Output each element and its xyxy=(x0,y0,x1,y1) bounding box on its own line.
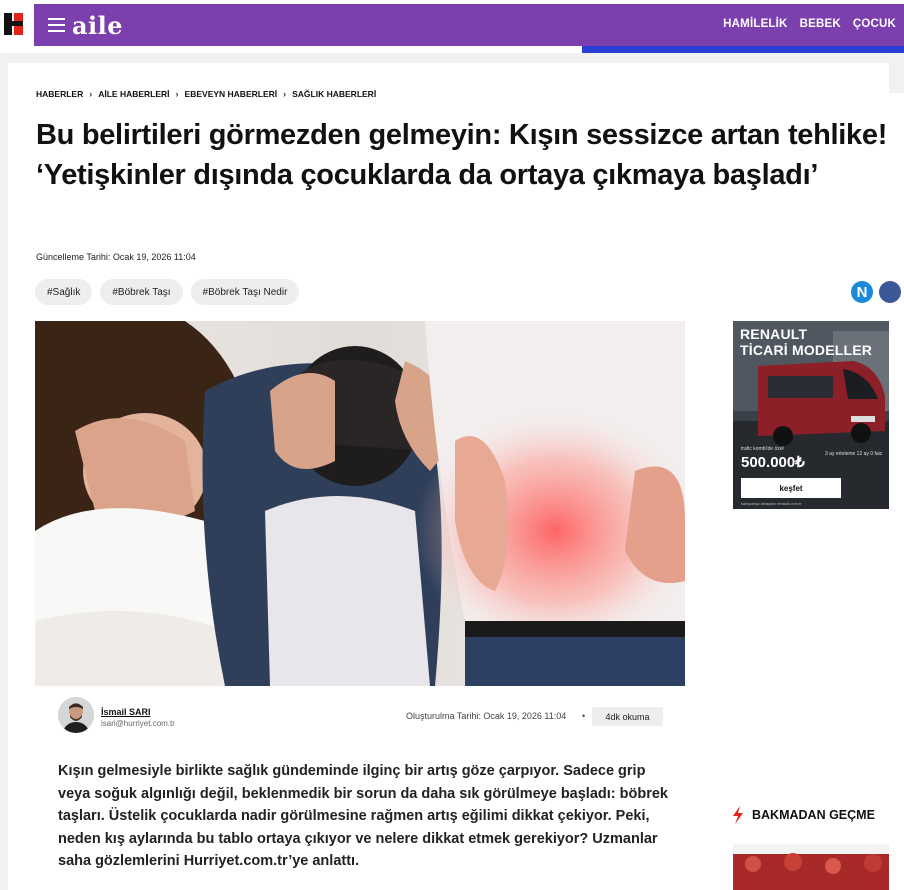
ad-small-text: trafic kombi'de özel xyxy=(741,446,784,452)
updated-date: Güncelleme Tarihi: Ocak 19, 2026 11:04 xyxy=(36,252,196,262)
article-lead: Kışın gelmesiyle birlikte sağlık gündemi… xyxy=(58,763,668,869)
chevron-right-icon: › xyxy=(175,89,179,99)
tag-bobrek-tasi[interactable]: #Böbrek Taşı xyxy=(100,279,183,305)
ad-title-line: RENAULT xyxy=(740,326,808,342)
sidebar-news-thumbnail[interactable] xyxy=(733,844,889,890)
menu-icon[interactable] xyxy=(48,18,65,32)
google-news-icon[interactable]: N xyxy=(851,281,873,303)
top-nav: HAMİLELİK BEBEK ÇOCUK xyxy=(723,18,896,30)
breadcrumb: HABERLER › AİLE HABERLERİ › EBEVEYN HABE… xyxy=(36,89,376,99)
nav-cocuk[interactable]: ÇOCUK xyxy=(853,18,896,30)
bakmadan-gecme-header: BAKMADAN GEÇME xyxy=(732,806,875,824)
author-avatar[interactable] xyxy=(58,697,94,733)
lightning-icon xyxy=(733,806,743,824)
ad-footnote: kampanya detayları renault.com.tr xyxy=(741,501,802,506)
brand-logo[interactable]: aile xyxy=(72,11,123,40)
avatar-image xyxy=(58,697,94,733)
article-headline: Bu belirtileri görmezden gelmeyin: Kışın… xyxy=(36,119,888,191)
hero-illustration xyxy=(35,321,685,686)
ad-title-line: TİCARİ MODELLER xyxy=(740,342,873,358)
ad-title: RENAULT TİCARİ MODELLER xyxy=(740,326,872,358)
tag-list: #Sağlık #Böbrek Taşı #Böbrek Taşı Nedir xyxy=(35,279,300,305)
ad-small-text: 3 ay erteleme 12 ay 0 faiz xyxy=(825,451,883,457)
hero-image xyxy=(35,321,685,686)
breadcrumb-item[interactable]: HABERLER xyxy=(36,89,83,99)
page-gutter xyxy=(0,53,904,63)
breadcrumb-item[interactable]: SAĞLIK HABERLERİ xyxy=(292,89,376,99)
google-news-label: N xyxy=(856,283,868,301)
hurriyet-logo[interactable] xyxy=(0,4,30,44)
ad-price: 500.000₺ xyxy=(741,454,805,471)
header-bar: aile HAMİLELİK BEBEK ÇOCUK xyxy=(34,4,904,46)
created-date: Oluşturulma Tarihi: Ocak 19, 2026 11:04 xyxy=(406,711,567,721)
facebook-icon[interactable] xyxy=(879,281,901,303)
nav-bebek[interactable]: BEBEK xyxy=(800,18,841,30)
accent-line xyxy=(582,46,904,53)
top-bar: aile HAMİLELİK BEBEK ÇOCUK xyxy=(0,0,904,46)
nav-hamilelik[interactable]: HAMİLELİK xyxy=(723,18,787,30)
chevron-right-icon: › xyxy=(89,89,93,99)
tag-saglik[interactable]: #Sağlık xyxy=(35,279,93,305)
breadcrumb-item[interactable]: EBEVEYN HABERLERİ xyxy=(185,89,278,99)
read-time-badge: 4dk okuma xyxy=(592,707,663,726)
chevron-right-icon: › xyxy=(283,89,287,99)
author-name[interactable]: İsmail SARI xyxy=(101,707,151,717)
ad-cta-button[interactable]: keşfet xyxy=(741,478,841,498)
logo-shape xyxy=(4,21,23,26)
page-gutter xyxy=(0,63,8,890)
author-email[interactable]: isari@hurriyet.com.tr xyxy=(101,719,175,728)
thumbnail-image xyxy=(733,844,889,890)
page-gutter xyxy=(889,63,904,93)
separator-dot: • xyxy=(582,711,586,721)
breadcrumb-item[interactable]: AİLE HABERLERİ xyxy=(98,89,169,99)
widget-title: BAKMADAN GEÇME xyxy=(752,808,875,822)
tag-bobrek-tasi-nedir[interactable]: #Böbrek Taşı Nedir xyxy=(190,279,300,305)
renault-ad[interactable]: RENAULT TİCARİ MODELLER trafic kombi'de … xyxy=(733,321,889,509)
